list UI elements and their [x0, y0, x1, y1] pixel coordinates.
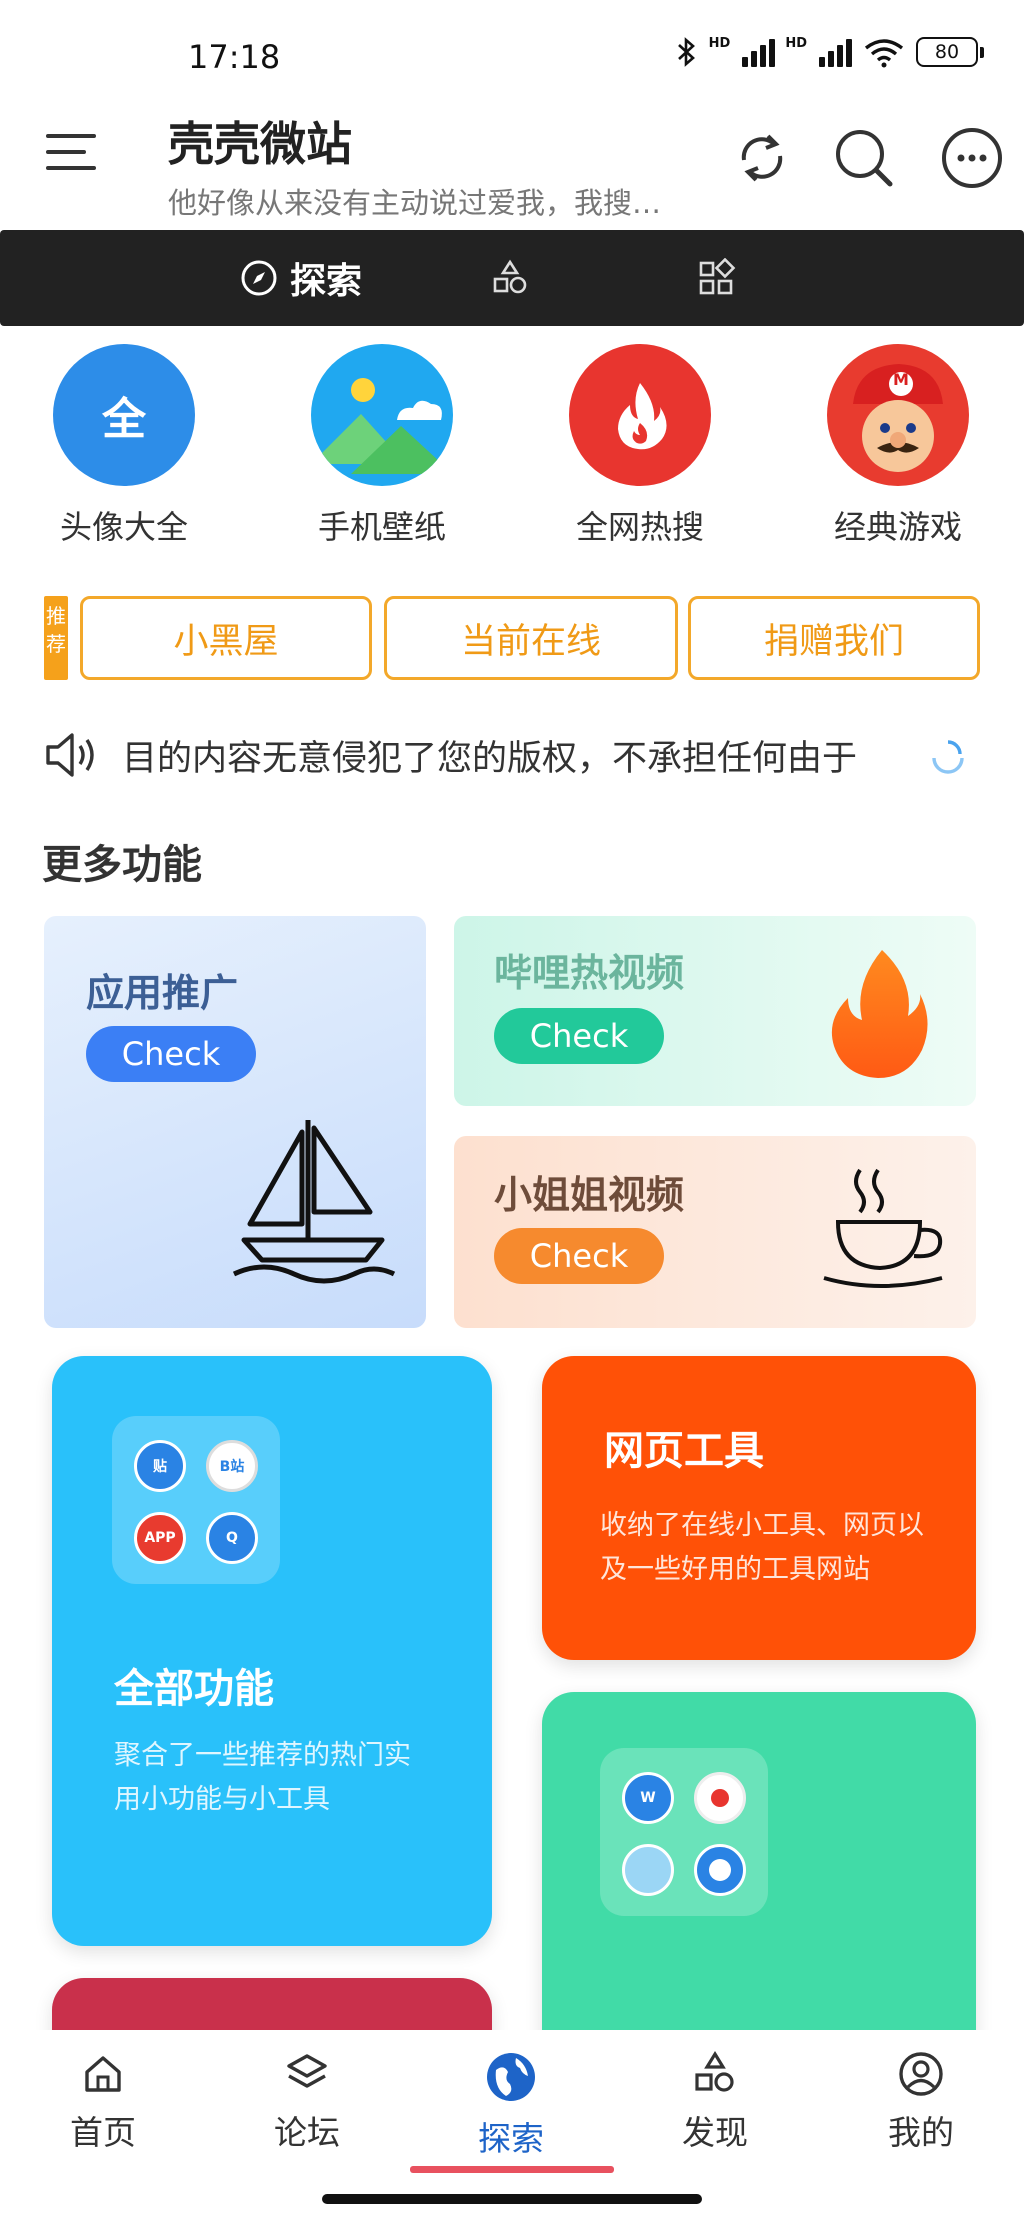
tab-explore-label: 探索: [290, 261, 363, 302]
compass-icon: [241, 260, 277, 296]
speaker-icon: [46, 733, 94, 777]
globe-icon: [487, 2053, 535, 2101]
nav-discover[interactable]: 发现: [640, 2050, 790, 2154]
category-wallpapers[interactable]: 手机壁纸: [292, 344, 472, 548]
category-hot-search[interactable]: 全网热搜: [550, 344, 730, 548]
bilibili-card-title: 哔哩热视频: [494, 951, 685, 995]
signal-icon-2: [819, 37, 852, 67]
nav-forum-label: 论坛: [274, 2113, 340, 2152]
nav-forum[interactable]: 论坛: [232, 2050, 382, 2154]
dot-app-icon: [694, 1772, 746, 1824]
category-label: 全网热搜: [575, 508, 704, 546]
app-icon: APP: [134, 1512, 186, 1564]
circle-app-icon: [694, 1844, 746, 1896]
nav-me[interactable]: 我的: [846, 2050, 996, 2154]
avatars-icon: 全: [53, 344, 195, 486]
all-features-desc-2: 用小功能与小工具: [114, 1784, 330, 1815]
web-tools-desc-1: 收纳了在线小工具、网页以: [600, 1510, 924, 1541]
search-icon[interactable]: [832, 126, 896, 190]
feature-folder: 贴 B站 APP Q: [112, 1416, 280, 1584]
coffee-cup-icon: [823, 1168, 943, 1288]
layers-icon: [287, 2054, 327, 2088]
recommend-bar: 推荐 小黑屋 当前在线 捐赠我们: [44, 596, 980, 680]
wifi-icon: [864, 39, 904, 68]
signal-hd-label: HD: [708, 36, 731, 51]
web-tools-desc-2: 及一些好用的工具网站: [600, 1554, 870, 1585]
tab-apps[interactable]: [696, 230, 736, 326]
tieba-icon: 贴: [134, 1440, 186, 1492]
page-title: 壳壳微站: [168, 117, 352, 171]
more-icon[interactable]: [940, 126, 1004, 190]
signal-icon: [742, 37, 776, 67]
category-label: 经典游戏: [833, 508, 962, 546]
all-features-title: 全部功能: [114, 1666, 274, 1712]
anime-icon: [622, 1844, 674, 1896]
user-icon: [899, 2052, 943, 2096]
site-folder: W: [600, 1748, 768, 1916]
wordpress-icon: W: [622, 1772, 674, 1824]
lady-video-check-button[interactable]: Check: [494, 1228, 664, 1284]
online-now-button[interactable]: 当前在线: [384, 596, 678, 680]
app-promo-check-button[interactable]: Check: [86, 1026, 256, 1082]
nav-home-label: 首页: [70, 2113, 136, 2152]
shapes-icon: [695, 2050, 734, 2092]
bottom-nav: 首页 论坛 探索 发现 我的: [0, 2030, 1024, 2218]
tab-shapes[interactable]: [490, 230, 530, 326]
qq-icon: Q: [206, 1512, 258, 1564]
bilibili-hot-video-card[interactable]: 哔哩热视频 Check: [454, 916, 976, 1106]
refresh-icon[interactable]: [730, 126, 794, 190]
all-features-card[interactable]: 贴 B站 APP Q 全部功能 聚合了一些推荐的热门实 用小功能与小工具: [52, 1356, 492, 1946]
status-icons: HD HD 80: [675, 36, 984, 68]
web-tools-title: 网页工具: [604, 1428, 764, 1474]
home-indicator: [322, 2194, 702, 2204]
top-tab-bar: 探索: [0, 230, 1024, 326]
nav-me-label: 我的: [888, 2113, 954, 2152]
category-label: 手机壁纸: [317, 508, 446, 546]
avatars-icon-text: 全: [102, 394, 146, 445]
category-row: 全 头像大全 手机壁纸 全网热搜 M 经典游戏: [0, 344, 1024, 564]
home-icon: [85, 2056, 121, 2092]
loading-icon: [932, 740, 964, 774]
status-time: 17:18: [188, 38, 281, 76]
donate-button[interactable]: 捐赠我们: [688, 596, 980, 680]
nav-home[interactable]: 首页: [28, 2050, 178, 2154]
flame-icon: [569, 344, 711, 486]
bluetooth-icon: [677, 37, 695, 67]
category-label: 头像大全: [59, 508, 188, 546]
recommend-tag: 推荐: [44, 596, 68, 680]
fire-icon: [831, 950, 928, 1078]
section-title: 更多功能: [42, 842, 202, 888]
all-features-desc-1: 聚合了一些推荐的热门实: [114, 1740, 411, 1771]
tab-explore[interactable]: 探索: [240, 230, 362, 326]
nav-explore[interactable]: 探索: [436, 2050, 586, 2160]
lady-video-card[interactable]: 小姐姐视频 Check: [454, 1136, 976, 1328]
menu-button[interactable]: [46, 134, 102, 184]
mario-badge: M: [893, 370, 909, 389]
battery-indicator: 80: [916, 37, 984, 67]
category-avatars[interactable]: 全 头像大全: [34, 344, 214, 548]
bilibili-icon: B站: [206, 1440, 258, 1492]
app-promo-title: 应用推广: [86, 971, 239, 1015]
notice-bar: 目的内容无意侵犯了您的版权，不承担任何由于: [44, 720, 984, 790]
app-header: 壳壳微站 他好像从来没有主动说过爱我，我搜…: [0, 100, 1024, 230]
bilibili-check-button[interactable]: Check: [494, 1008, 664, 1064]
signal-hd-label-2: HD: [785, 36, 807, 51]
active-tab-indicator: [410, 2166, 614, 2173]
web-tools-card[interactable]: 网页工具 收纳了在线小工具、网页以 及一些好用的工具网站: [542, 1356, 976, 1660]
app-promo-card[interactable]: 应用推广 Check: [44, 916, 426, 1328]
shapes-icon: [493, 259, 527, 294]
apps-grid-icon: [699, 258, 736, 295]
notice-text: 目的内容无意侵犯了您的版权，不承担任何由于: [122, 739, 858, 779]
wallpaper-icon: [311, 344, 453, 486]
status-bar: 17:18 HD HD 80: [0, 0, 1024, 110]
page-subtitle: 他好像从来没有主动说过爱我，我搜…: [168, 186, 662, 220]
sailboat-icon: [232, 1120, 396, 1284]
mario-icon: M: [827, 344, 969, 486]
lady-video-title: 小姐姐视频: [494, 1173, 685, 1217]
category-classic-games[interactable]: M 经典游戏: [808, 344, 988, 548]
nav-discover-label: 发现: [682, 2113, 748, 2152]
nav-explore-label: 探索: [478, 2119, 544, 2158]
blackroom-button[interactable]: 小黑屋: [80, 596, 372, 680]
